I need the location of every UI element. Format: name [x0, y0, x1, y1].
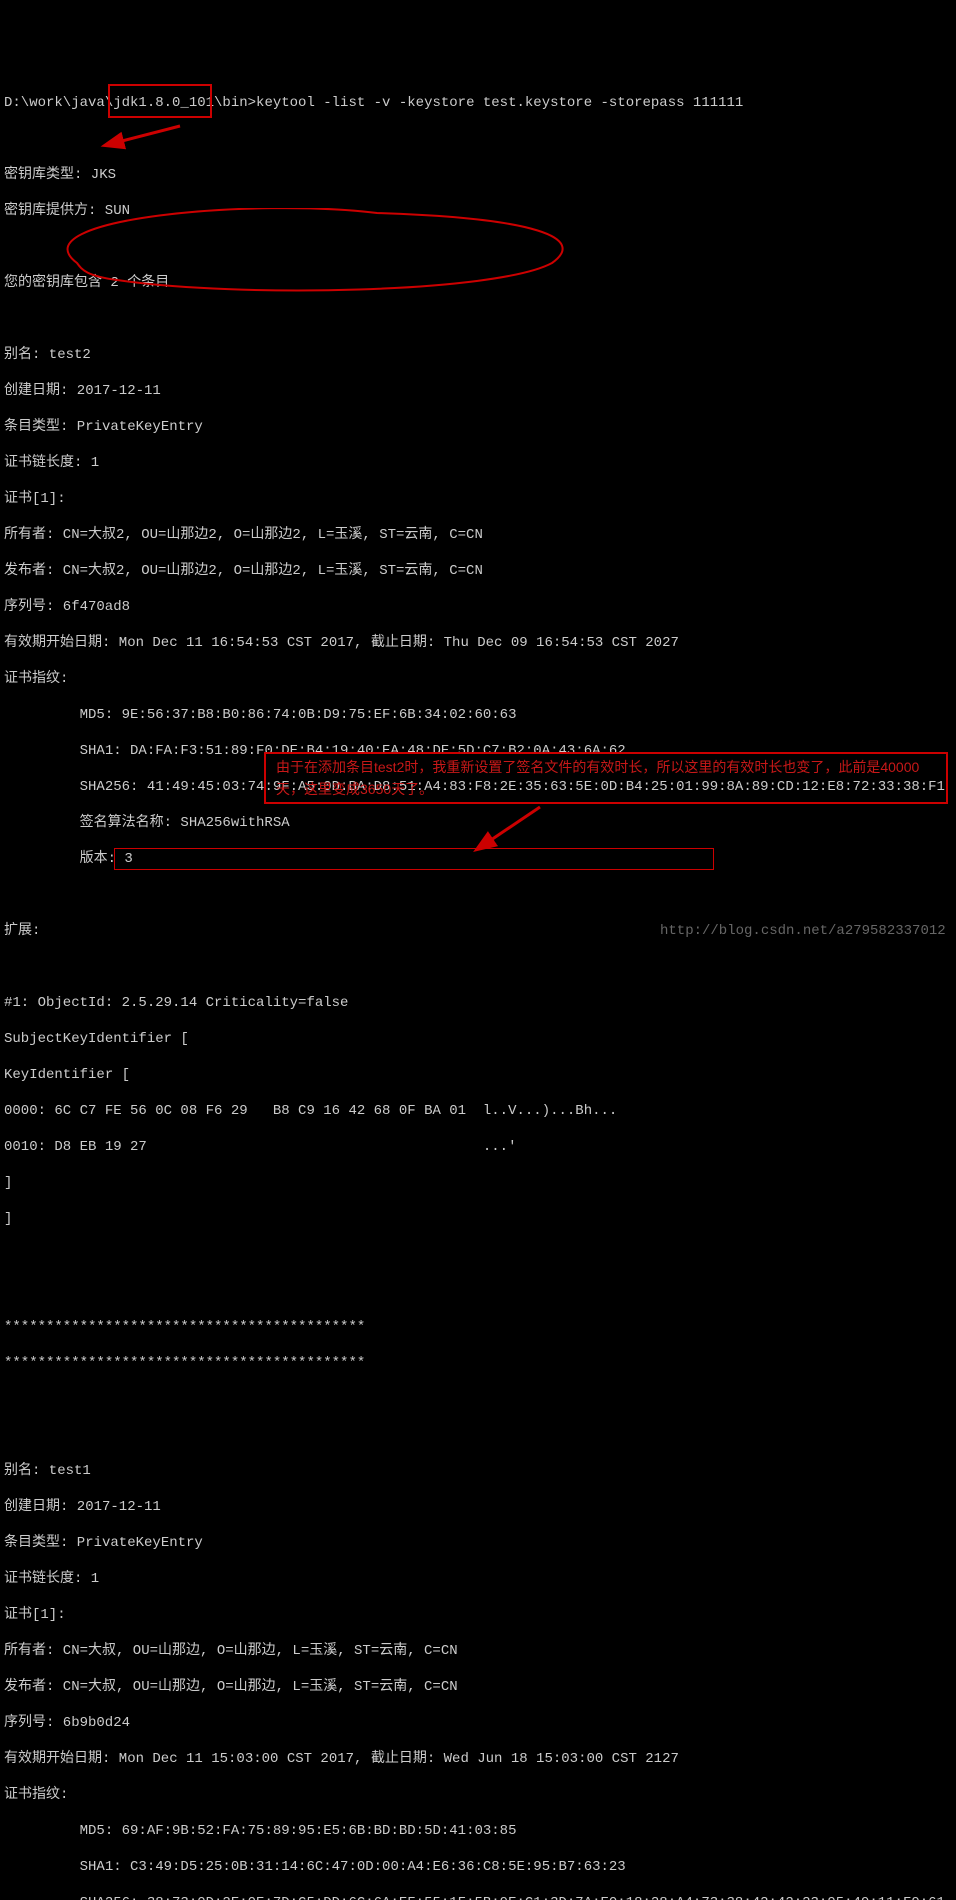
entry1-version: 版本: 3	[4, 850, 956, 868]
command-line: D:\work\java\jdk1.8.0_101\bin>keytool -l…	[4, 94, 956, 112]
entry1-hex0: 0000: 6C C7 FE 56 0C 08 F6 29 B8 C9 16 4…	[4, 1102, 956, 1120]
entry-count: 您的密钥库包含 2 个条目	[4, 274, 956, 292]
entry2-alias: 别名: test1	[4, 1462, 956, 1480]
entry1-issuer: 发布者: CN=大叔2, OU=山那边2, O=山那边2, L=玉溪, ST=云…	[4, 562, 956, 580]
entry2-md5: MD5: 69:AF:9B:52:FA:75:89:95:E5:6B:BD:BD…	[4, 1822, 956, 1840]
entry1-type: 条目类型: PrivateKeyEntry	[4, 418, 956, 436]
entry1-close1: ]	[4, 1174, 956, 1192]
entry1-sigalg: 签名算法名称: SHA256withRSA	[4, 814, 956, 832]
entry2-issuer: 发布者: CN=大叔, OU=山那边, O=山那边, L=玉溪, ST=云南, …	[4, 1678, 956, 1696]
terminal-output: D:\work\java\jdk1.8.0_101\bin>keytool -l…	[0, 72, 956, 1900]
entry1-owner: 所有者: CN=大叔2, OU=山那边2, O=山那边2, L=玉溪, ST=云…	[4, 526, 956, 544]
entry2-sha256: SHA256: 38:73:0D:2E:0E:7D:C5:DD:6C:6A:EF…	[4, 1894, 956, 1900]
entry1-fp-label: 证书指纹:	[4, 670, 956, 688]
entry1-ski: SubjectKeyIdentifier [	[4, 1030, 956, 1048]
keystore-provider: 密钥库提供方: SUN	[4, 202, 956, 220]
entry1-ki: KeyIdentifier [	[4, 1066, 956, 1084]
entry2-created: 创建日期: 2017-12-11	[4, 1498, 956, 1516]
entry1-validity: 有效期开始日期: Mon Dec 11 16:54:53 CST 2017, 截…	[4, 634, 956, 652]
entry2-fp-label: 证书指纹:	[4, 1786, 956, 1804]
entry2-sha1: SHA1: C3:49:D5:25:0B:31:14:6C:47:0D:00:A…	[4, 1858, 956, 1876]
entry1-created: 创建日期: 2017-12-11	[4, 382, 956, 400]
entry1-objectid: #1: ObjectId: 2.5.29.14 Criticality=fals…	[4, 994, 956, 1012]
entry2-type: 条目类型: PrivateKeyEntry	[4, 1534, 956, 1552]
entry1-certidx: 证书[1]:	[4, 490, 956, 508]
entry1-alias: 别名: test2	[4, 346, 956, 364]
entry2-owner: 所有者: CN=大叔, OU=山那边, O=山那边, L=玉溪, ST=云南, …	[4, 1642, 956, 1660]
entry2-validity: 有效期开始日期: Mon Dec 11 15:03:00 CST 2017, 截…	[4, 1750, 956, 1768]
entry2-serial: 序列号: 6b9b0d24	[4, 1714, 956, 1732]
entry2-chainlen: 证书链长度: 1	[4, 1570, 956, 1588]
entry2-certidx: 证书[1]:	[4, 1606, 956, 1624]
entry1-hex1: 0010: D8 EB 19 27 ...'	[4, 1138, 956, 1156]
keystore-type: 密钥库类型: JKS	[4, 166, 956, 184]
entry1-close2: ]	[4, 1210, 956, 1228]
annotation-note-text: 由于在添加条目test2时，我重新设置了签名文件的有效时长，所以这里的有效时长也…	[276, 756, 936, 800]
separator1: ****************************************…	[4, 1318, 956, 1336]
entry1-chainlen: 证书链长度: 1	[4, 454, 956, 472]
watermark-text: http://blog.csdn.net/a279582337012	[660, 922, 946, 940]
separator2: ****************************************…	[4, 1354, 956, 1372]
entry1-serial: 序列号: 6f470ad8	[4, 598, 956, 616]
entry1-md5: MD5: 9E:56:37:B8:B0:86:74:0B:D9:75:EF:6B…	[4, 706, 956, 724]
